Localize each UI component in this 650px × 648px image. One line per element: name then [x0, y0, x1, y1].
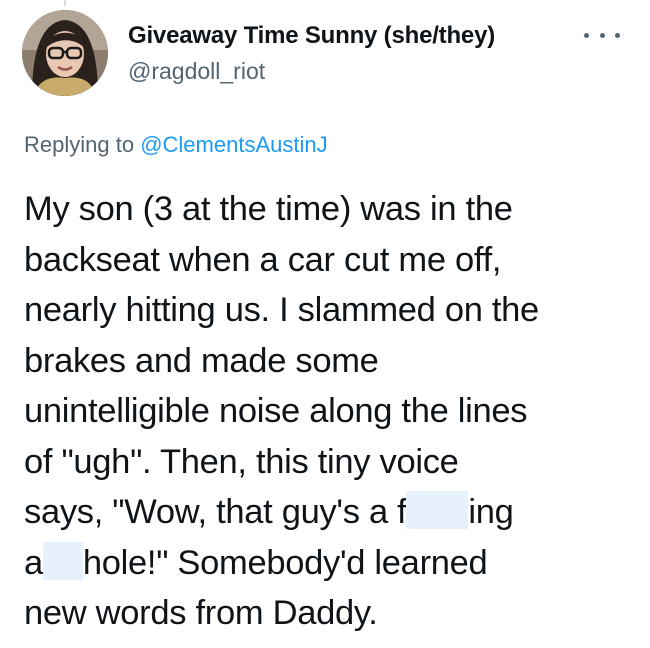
tweet-line: of "ugh". Then, this tiny voice	[24, 442, 459, 481]
tweet-line: says, "Wow, that guy's a f ing	[24, 487, 634, 538]
tweet-line: nearly hitting us. I slammed on the	[24, 291, 539, 329]
tweet-line-part: says, "Wow, that guy's a f	[24, 493, 407, 531]
tweet-line: a hole!" Somebody'd learned	[24, 538, 634, 589]
tweet-text: My son (3 at the time) was in the backse…	[24, 184, 634, 639]
user-avatar-photo-icon	[22, 10, 108, 96]
reply-mention-link[interactable]: @ClementsAustinJ	[140, 132, 327, 157]
more-dot	[615, 32, 620, 38]
tweet-line: My son (3 at the time) was in the	[24, 190, 513, 228]
replying-to: Replying to @ClementsAustinJ	[24, 132, 328, 158]
tweet-line-part: ing	[468, 493, 514, 531]
thread-connector-line	[64, 0, 66, 6]
tweet-line-part: a	[24, 543, 43, 582]
redaction-blur	[406, 491, 469, 529]
more-dot	[584, 32, 589, 38]
display-name[interactable]: Giveaway Time Sunny (she/they)	[128, 22, 495, 50]
user-handle[interactable]: @ragdoll_riot	[128, 58, 265, 85]
tweet-line-part: hole!" Somebody'd learned	[82, 543, 488, 582]
tweet-line: brakes and made some	[24, 341, 379, 380]
replying-to-label: Replying to	[24, 132, 135, 157]
tweet-line: new words from Daddy.	[24, 594, 378, 632]
tweet-line: unintelligible noise along the lines	[24, 392, 528, 430]
redaction-blur	[42, 541, 83, 580]
more-options-icon[interactable]	[584, 28, 620, 42]
more-dot	[599, 32, 605, 38]
avatar[interactable]	[22, 10, 108, 96]
tweet-line: backseat when a car cut me off,	[24, 240, 502, 279]
